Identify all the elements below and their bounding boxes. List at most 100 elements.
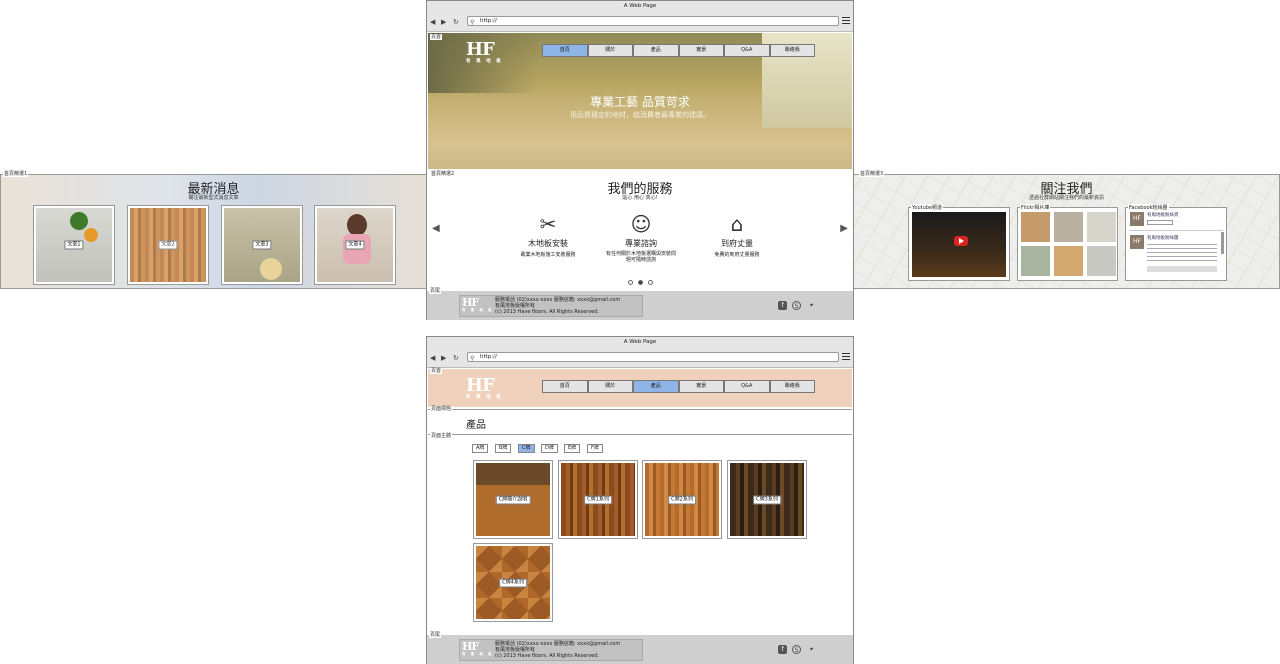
filter-brand-b[interactable]: B牌 [495,444,512,453]
section-label: 頁尾 [429,632,442,638]
latest-news-panel: 首頁精選1 最新消息 關注最新型式消息文章 文章1 文章2 文章3 文章4 [0,171,427,289]
section-label: 頁面標題 [430,406,453,412]
youtube-label: Youtube頻道 [911,204,943,211]
fb-scrollbar[interactable] [1221,232,1224,254]
fb-post-name[interactable]: 有風地板粉絲團 [1147,236,1179,241]
article-card-4[interactable]: 文章4 [314,205,396,285]
carousel-next-icon[interactable]: ▶ [840,223,848,234]
hero-header: 頁首 HF 有 風 地 板 首頁 關於 產品 實景 Q&A 聯絡我 專業工藝 品… [428,33,852,169]
browser-window-products: A Web Page ◀ ▶ ↻ ⚲ http:// 頁首 HF 有 風 地 板 … [426,336,854,664]
youtube-widget[interactable]: Youtube頻道 [908,204,1010,281]
nav-contact[interactable]: 聯絡我 [769,380,815,393]
filter-brand-d[interactable]: D牌 [541,444,558,453]
service-desc: 有任何關於木地板選購與安裝問題可隨時諮詢 [605,251,676,263]
nav-home[interactable]: 首頁 [542,380,588,393]
site-logo[interactable]: HF 有 風 地 板 [466,377,503,401]
nav-contact[interactable]: 聯絡我 [769,44,815,57]
nav-about[interactable]: 關於 [587,380,633,393]
service-consult[interactable]: ☺ 專業諮詢 有任何關於木地板選購與安裝問題可隨時諮詢 [591,211,691,263]
product-label: C牌3系列 [753,495,781,504]
twitter-icon[interactable]: ✦ [807,301,816,310]
nav-products[interactable]: 產品 [633,44,679,57]
article-label: 文章3 [252,240,272,250]
nav-gallery[interactable]: 實景 [678,44,724,57]
footer-copyright: (c) 2013 Have floors. All Rights Reserve… [495,653,600,659]
reload-icon[interactable]: ↻ [453,354,459,362]
carousel-dot-2[interactable] [638,280,643,285]
carousel-dot-3[interactable] [648,280,653,285]
filter-brand-f[interactable]: F牌 [587,444,603,453]
nav-gallery[interactable]: 實景 [678,380,724,393]
page-title-section: 頁面標題 產品 [428,406,852,435]
follow-us-panel: 首頁精選3 關注我們 透過社群網站關注我們的最新資訊 Youtube頻道 Fli… [853,171,1280,289]
nav-qa[interactable]: Q&A [724,44,770,57]
article-label: 文章2 [158,240,178,250]
article-card-2[interactable]: 文章2 [127,205,209,285]
skype-icon[interactable]: S [792,301,801,310]
tools-icon: ✂ [539,212,557,236]
filter-brand-c[interactable]: C牌 [518,444,535,453]
service-title: 木地板安裝 [528,239,568,248]
reload-icon[interactable]: ↻ [453,18,459,26]
filter-brand-e[interactable]: E牌 [564,444,581,453]
nav-home[interactable]: 首頁 [542,44,588,57]
hero-subtitle: 用品質穩定的地材，給消費者最專業的建議。 [570,111,710,119]
menu-icon[interactable] [842,17,850,24]
facebook-icon[interactable]: f [778,645,787,654]
facebook-icon[interactable]: f [778,301,787,310]
search-icon: ⚲ [470,355,475,362]
product-card-series-2[interactable]: C牌2系列 [642,460,722,539]
window-title: A Web Page [623,3,657,9]
footer: 頁尾 HF 有 風 地 板 服務電話 (02)xxxx-xxxx 服務信箱: xx… [427,288,853,320]
browser-chrome: A Web Page ◀ ▶ ↻ ⚲ http:// [427,1,853,32]
address-bar[interactable]: ⚲ http:// [467,352,839,362]
back-icon[interactable]: ◀ [430,354,435,362]
twitter-icon[interactable]: ✦ [807,645,816,654]
facebook-widget[interactable]: Facebook粉絲團 HF 有風地板粉絲頁 HF 有風地板粉絲團 [1125,204,1227,281]
house-icon: ⌂ [730,212,744,236]
flickr-widget[interactable]: Flickr相片庫 [1017,204,1118,281]
latest-news-subtitle: 關注最新型式消息文章 [188,195,239,201]
product-card-series-1[interactable]: C牌1系列 [558,460,638,539]
forward-icon[interactable]: ▶ [441,354,446,362]
article-card-3[interactable]: 文章3 [221,205,303,285]
product-label: C牌1系列 [584,495,612,504]
section-label: 頁首 [430,368,443,374]
browser-window-home: A Web Page ◀ ▶ ↻ ⚲ http:// 頁首 HF 有 風 地 板 … [426,0,854,320]
nav-about[interactable]: 關於 [587,44,633,57]
url-text: http:// [480,354,497,360]
services-subtitle: 貼心 用心 真心! [622,195,658,201]
menu-icon[interactable] [842,353,850,360]
product-card-series-3[interactable]: C牌3系列 [727,460,807,539]
site-logo[interactable]: HF 有 風 地 板 [466,41,503,65]
back-icon[interactable]: ◀ [430,18,435,26]
carousel-dot-1[interactable] [628,280,633,285]
service-measure[interactable]: ⌂ 到府丈量 免費的到府丈量服務 [687,211,787,258]
service-install[interactable]: ✂ 木地板安裝 專業木地板施工安裝服務 [498,211,598,258]
service-title: 到府丈量 [721,239,753,248]
section-label: 首頁精選2 [430,171,456,177]
service-title: 專業諮詢 [625,239,657,248]
address-bar[interactable]: ⚲ http:// [467,16,839,26]
window-title: A Web Page [623,339,657,345]
carousel-prev-icon[interactable]: ◀ [432,223,440,234]
footer-logo: HF 有 風 地 板 [462,296,494,312]
products-body: 頁面主體 A牌 B牌 C牌 D牌 E牌 F牌 C牌簡介說明 C牌1系列 C牌2系… [428,433,852,631]
hero-title: 專業工藝 品質苛求 [590,95,690,109]
article-card-1[interactable]: 文章1 [33,205,115,285]
product-card-intro[interactable]: C牌簡介說明 [473,460,553,539]
browser-chrome: A Web Page ◀ ▶ ↻ ⚲ http:// [427,337,853,368]
filter-brand-a[interactable]: A牌 [472,444,489,453]
article-label: 文章1 [64,240,84,250]
footer-logo-box: HF 有 風 地 板 服務電話 (02)xxxx-xxxx 服務信箱: xxxx@… [459,639,643,661]
skype-icon[interactable]: S [792,645,801,654]
product-card-series-4[interactable]: C牌4系列 [473,543,553,622]
nav-products[interactable]: 產品 [633,380,679,393]
fb-page-name[interactable]: 有風地板粉絲頁 [1147,213,1179,218]
footer-logo: HF 有 風 地 板 [462,640,494,656]
section-label: 首頁精選1 [3,171,29,177]
main-nav: 首頁 關於 產品 實景 Q&A 聯絡我 [542,44,815,57]
forward-icon[interactable]: ▶ [441,18,446,26]
nav-qa[interactable]: Q&A [724,380,770,393]
url-text: http:// [480,18,497,24]
